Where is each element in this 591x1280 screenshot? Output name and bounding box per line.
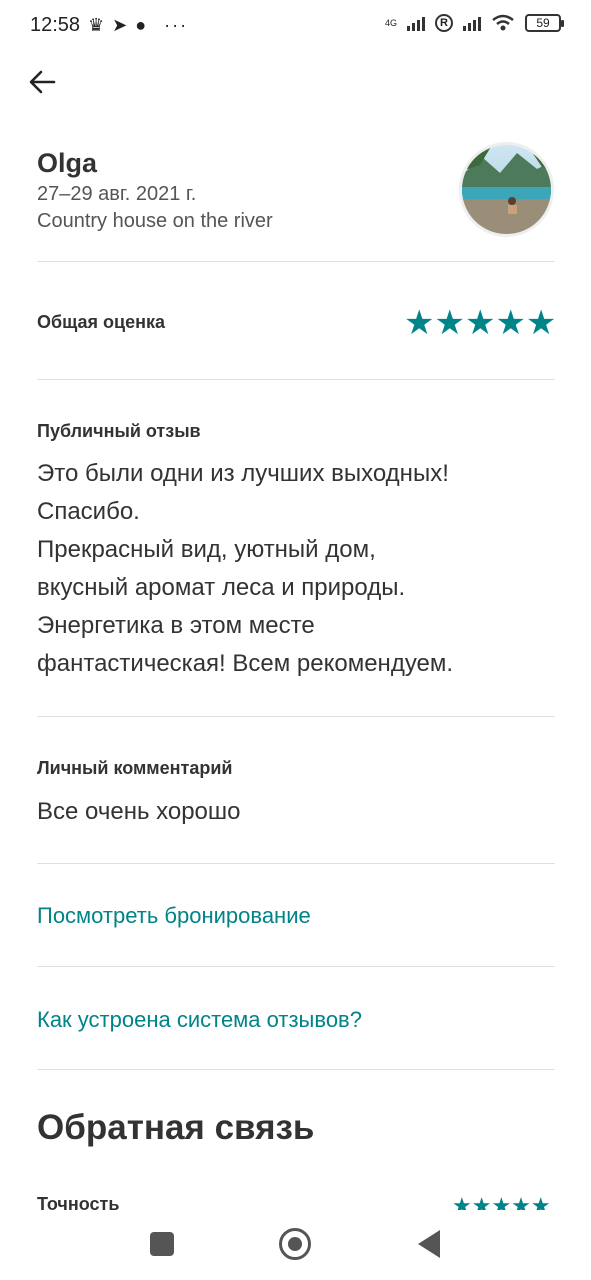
network-type: 4G — [384, 18, 397, 28]
public-review-text: Это были одни из лучших выходных! Спасиб… — [37, 455, 547, 683]
private-comment-text: Все очень хорошо — [37, 798, 241, 825]
review-line: Спасибо. — [37, 498, 140, 525]
divider — [37, 261, 555, 262]
status-time: 12:58 — [30, 14, 81, 36]
feedback-row-accuracy: Точность ★★★★★ — [0, 1190, 591, 1210]
more-icon: ··· — [164, 15, 189, 35]
overall-rating-label: Общая оценка — [37, 312, 166, 332]
review-line: Это были одни из лучших выходных! — [37, 460, 449, 487]
review-line: фантастическая! Всем рекомендуем. — [37, 650, 454, 677]
r-icon: R — [435, 14, 453, 32]
feedback-title: Обратная связь — [37, 1108, 315, 1147]
fox-icon: ● — [135, 15, 147, 35]
accuracy-label: Точность — [37, 1194, 120, 1210]
battery-level: 59 — [536, 16, 550, 30]
divider — [37, 379, 555, 380]
review-line: Энергетика в этом месте — [37, 612, 315, 639]
reviewer-name: Olga — [37, 148, 98, 178]
accuracy-stars: ★★★★★ — [452, 1193, 551, 1210]
divider — [37, 1069, 555, 1070]
view-booking-link[interactable]: Посмотреть бронирование — [37, 903, 311, 929]
system-back-button[interactable] — [418, 1230, 440, 1258]
divider — [37, 863, 555, 864]
review-line: Прекрасный вид, уютный дом, — [37, 536, 376, 563]
battery-icon: 59 — [525, 14, 564, 32]
overall-rating-stars: ★★★★★ — [404, 304, 557, 342]
wifi-icon — [492, 14, 514, 31]
arrow-left-icon — [29, 70, 56, 94]
signal-icon — [407, 15, 425, 31]
home-button[interactable] — [279, 1228, 311, 1260]
stay-dates: 27–29 авг. 2021 г. — [37, 183, 197, 205]
system-nav-bar — [0, 1210, 591, 1280]
divider — [37, 716, 555, 717]
review-line: вкусный аромат леса и природы. — [37, 574, 406, 601]
divider — [37, 966, 555, 967]
telegram-icon: ➤ — [112, 15, 128, 35]
avatar-photo — [462, 145, 551, 234]
status-bar: 12:58 ♛ ➤ ● ··· 4G R 59 — [0, 0, 591, 52]
private-comment-label: Личный комментарий — [37, 758, 233, 778]
recent-apps-button[interactable] — [150, 1232, 174, 1256]
how-reviews-work-link[interactable]: Как устроена система отзывов? — [37, 1007, 362, 1033]
public-review-label: Публичный отзыв — [37, 421, 201, 441]
signal-icon — [463, 15, 481, 31]
avatar[interactable] — [459, 142, 554, 237]
back-button[interactable] — [26, 66, 58, 98]
listing-name: Country house on the river — [37, 210, 273, 232]
crown-icon: ♛ — [88, 15, 105, 35]
